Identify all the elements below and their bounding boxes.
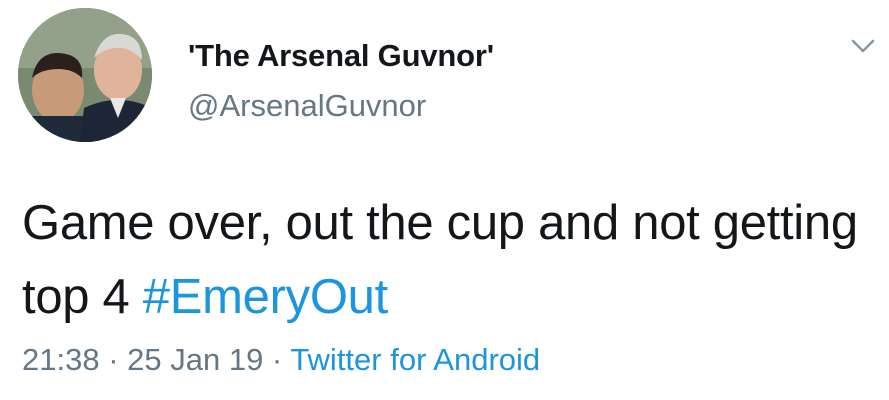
meta-separator-2: · <box>263 342 291 377</box>
tweet-time[interactable]: 21:38 <box>22 342 100 377</box>
avatar-image <box>18 8 152 142</box>
tweet-metadata: 21:38 · 25 Jan 19 · Twitter for Android <box>22 342 540 378</box>
chevron-down-icon[interactable] <box>849 36 877 56</box>
tweet-card: 'The Arsenal Guvnor' @ArsenalGuvnor Game… <box>0 0 889 400</box>
tweet-date[interactable]: 25 Jan 19 <box>127 342 263 377</box>
tweet-text: Game over, out the cup and not getting t… <box>22 186 862 334</box>
tweet-source-link[interactable]: Twitter for Android <box>290 342 540 377</box>
hashtag-link[interactable]: #EmeryOut <box>143 270 388 324</box>
display-name[interactable]: 'The Arsenal Guvnor' <box>188 38 494 74</box>
user-handle[interactable]: @ArsenalGuvnor <box>188 88 426 124</box>
meta-separator: · <box>99 342 128 377</box>
avatar[interactable] <box>18 8 152 142</box>
